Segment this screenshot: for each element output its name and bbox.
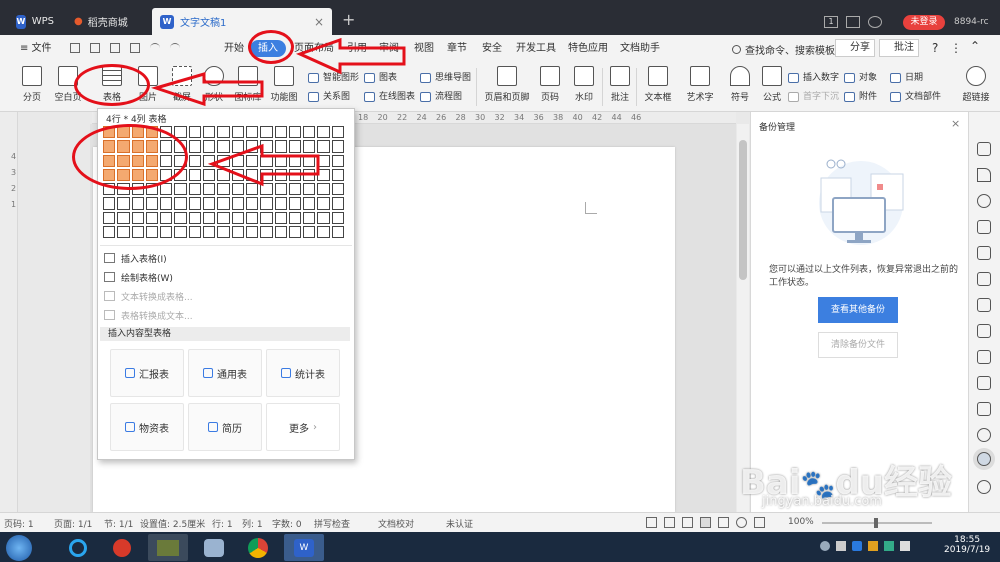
watermark-url: jingyan.baidu.com xyxy=(762,494,882,509)
watermark-cn: 经验 xyxy=(883,463,952,503)
